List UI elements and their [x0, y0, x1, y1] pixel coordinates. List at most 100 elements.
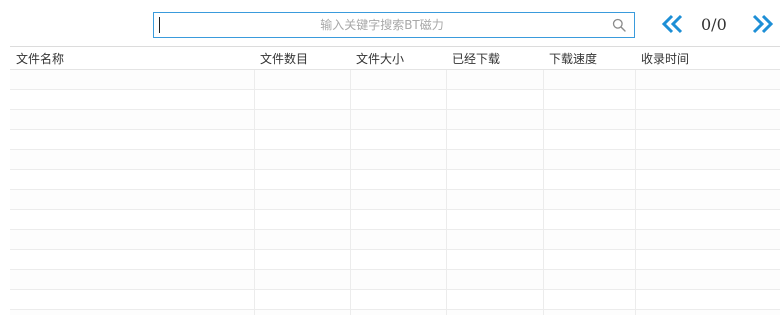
table-cell	[10, 69, 255, 90]
table-cell	[350, 309, 447, 315]
page-indicator: 0/0	[701, 15, 727, 34]
table-row	[10, 269, 780, 290]
table-cell	[10, 269, 255, 290]
table-cell	[10, 189, 255, 210]
table-cell	[350, 69, 447, 90]
table-cell	[446, 149, 544, 170]
table-cell	[635, 289, 780, 310]
table-row	[10, 309, 780, 315]
table-cell	[254, 129, 351, 150]
table-cell	[635, 209, 780, 230]
table-cell	[635, 109, 780, 130]
table-cell	[635, 229, 780, 250]
table-cell	[254, 169, 351, 190]
table-cell	[350, 289, 447, 310]
double-chevron-left-icon[interactable]	[659, 10, 687, 38]
table-row	[10, 209, 780, 230]
results-table: 文件名称 文件数目 文件大小 已经下载 下载速度 收录时间	[10, 47, 780, 315]
table-cell	[10, 129, 255, 150]
double-chevron-right-icon[interactable]	[748, 10, 776, 38]
search-box[interactable]	[153, 12, 635, 38]
table-cell	[10, 209, 255, 230]
table-row	[10, 69, 780, 90]
table-cell	[10, 289, 255, 310]
table-cell	[446, 189, 544, 210]
table-cell	[446, 229, 544, 250]
table-row	[10, 289, 780, 310]
column-header-indexed-time[interactable]: 收录时间	[635, 47, 780, 70]
table-cell	[254, 89, 351, 110]
table-cell	[543, 189, 636, 210]
table-cell	[446, 249, 544, 270]
table-cell	[543, 289, 636, 310]
column-header-file-count[interactable]: 文件数目	[254, 47, 350, 70]
table-cell	[254, 69, 351, 90]
table-cell	[254, 189, 351, 210]
table-row	[10, 109, 780, 130]
search-input[interactable]	[154, 13, 634, 37]
table-cell	[446, 269, 544, 290]
search-icon[interactable]	[612, 18, 626, 32]
table-cell	[350, 149, 447, 170]
results-table-container: 文件名称 文件数目 文件大小 已经下载 下载速度 收录时间	[10, 46, 780, 315]
table-cell	[543, 249, 636, 270]
table-cell	[635, 189, 780, 210]
table-cell	[446, 89, 544, 110]
table-cell	[543, 229, 636, 250]
table-row	[10, 229, 780, 250]
table-cell	[254, 209, 351, 230]
table-cell	[446, 69, 544, 90]
table-cell	[635, 149, 780, 170]
table-cell	[350, 269, 447, 290]
table-cell	[254, 309, 351, 315]
table-cell	[10, 249, 255, 270]
table-cell	[635, 129, 780, 150]
table-cell	[350, 249, 447, 270]
table-cell	[635, 269, 780, 290]
table-cell	[635, 69, 780, 90]
table-cell	[446, 209, 544, 230]
table-row	[10, 189, 780, 210]
table-cell	[10, 169, 255, 190]
table-cell	[543, 209, 636, 230]
table-row	[10, 149, 780, 170]
table-cell	[635, 309, 780, 315]
table-cell	[10, 149, 255, 170]
table-cell	[446, 289, 544, 310]
table-cell	[254, 149, 351, 170]
table-cell	[254, 289, 351, 310]
table-row	[10, 129, 780, 150]
table-cell	[446, 309, 544, 315]
table-cell	[543, 89, 636, 110]
table-cell	[543, 309, 636, 315]
table-cell	[446, 109, 544, 130]
table-cell	[635, 169, 780, 190]
column-header-file-size[interactable]: 文件大小	[350, 47, 446, 70]
table-row	[10, 249, 780, 270]
app-root: 0/0 文件名称 文件数目 文件大小 已经下载 下载速度 收	[0, 0, 782, 315]
table-row	[10, 89, 780, 110]
table-cell	[543, 149, 636, 170]
table-cell	[350, 109, 447, 130]
column-header-file-name[interactable]: 文件名称	[10, 47, 254, 70]
table-cell	[350, 189, 447, 210]
column-header-downloaded[interactable]: 已经下载	[446, 47, 543, 70]
table-cell	[543, 69, 636, 90]
table-cell	[635, 249, 780, 270]
table-cell	[350, 169, 447, 190]
table-cell	[543, 269, 636, 290]
table-cell	[10, 89, 255, 110]
column-header-download-speed[interactable]: 下载速度	[543, 47, 635, 70]
table-cell	[10, 229, 255, 250]
table-cell	[543, 109, 636, 130]
table-cell	[350, 89, 447, 110]
table-cell	[254, 269, 351, 290]
table-cell	[543, 169, 636, 190]
table-cell	[635, 89, 780, 110]
table-cell	[254, 109, 351, 130]
table-cell	[350, 229, 447, 250]
table-cell	[446, 129, 544, 150]
table-cell	[254, 229, 351, 250]
table-body	[10, 69, 780, 315]
table-cell	[350, 209, 447, 230]
